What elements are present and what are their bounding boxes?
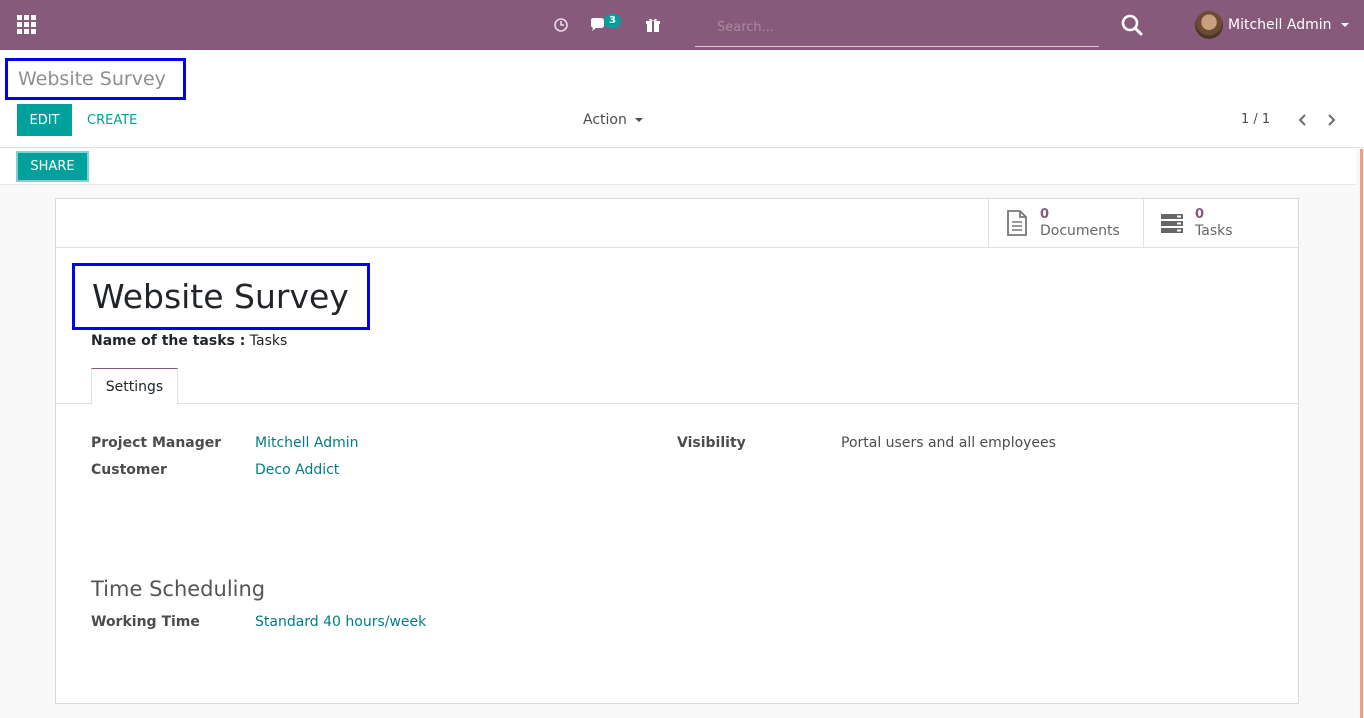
customer-label: Customer [91,462,167,478]
caret-down-icon [634,118,643,122]
search-bar [695,10,1099,47]
edit-button[interactable]: EDIT [17,104,72,136]
tab-settings[interactable]: Settings [91,368,178,405]
caret-down-icon [1340,23,1349,27]
user-name: Mitchell Admin [1228,17,1332,33]
action-label: Action [583,112,627,128]
breadcrumb-current: Website Survey [18,68,166,90]
tasks-icon [1161,214,1183,233]
share-button[interactable]: SHARE [16,151,89,182]
form-statusbar: SHARE [0,149,1356,185]
chevron-right-icon [1328,114,1336,126]
avatar [1195,11,1223,39]
task-name-label: Name of the tasks : [91,333,246,349]
visibility-value: Portal users and all employees [841,435,1056,451]
create-button[interactable]: CREATE [80,104,144,136]
pager-value[interactable]: 1 / 1 [1241,112,1270,127]
pager-previous-button[interactable] [1290,108,1314,132]
apps-grid-icon[interactable] [17,15,37,35]
time-scheduling-title: Time Scheduling [91,577,266,601]
documents-count: 0 [1040,207,1050,222]
working-time-link[interactable]: Standard 40 hours/week [255,614,426,630]
documents-smart-button[interactable]: 0 Documents [988,199,1143,247]
tasks-smart-button[interactable]: 0 Tasks [1143,199,1298,247]
breadcrumb: Website Survey [5,58,186,100]
top-navbar: 3 Mitchell Admin [0,0,1364,50]
record-title: Website Survey [92,277,349,316]
task-name-row: Name of the tasks : Tasks [91,333,287,349]
tasks-count: 0 [1195,207,1205,222]
tab-strip [56,403,1298,404]
search-icon[interactable] [1120,13,1144,37]
tab-settings-label: Settings [105,378,164,395]
gift-icon[interactable] [640,12,666,38]
document-icon [1007,210,1027,236]
messages-count-badge: 3 [604,14,621,28]
record-title-box: Website Survey [72,263,370,330]
project-manager-label: Project Manager [91,435,222,451]
smart-button-box: 0 Documents 0 Tasks [988,199,1298,247]
tasks-label: Tasks [1195,223,1233,239]
chevron-left-icon [1298,114,1306,126]
pager-next-button[interactable] [1320,108,1344,132]
scrollbar-edge [1360,149,1363,718]
project-manager-link[interactable]: Mitchell Admin [255,435,359,451]
divider [56,247,1298,248]
documents-label: Documents [1040,223,1120,239]
working-time-label: Working Time [91,614,200,630]
user-menu[interactable]: Mitchell Admin [1195,10,1349,40]
activity-clock-icon[interactable] [548,12,574,38]
visibility-label: Visibility [677,435,746,451]
action-dropdown[interactable]: Action [583,104,643,136]
customer-link[interactable]: Deco Addict [255,462,339,478]
task-name-value: Tasks [249,333,288,349]
search-input[interactable] [695,10,1099,44]
form-sheet: 0 Documents 0 Tasks Website Survey Name … [55,198,1299,704]
control-panel: Website Survey EDIT CREATE Action 1 / 1 [0,50,1364,148]
